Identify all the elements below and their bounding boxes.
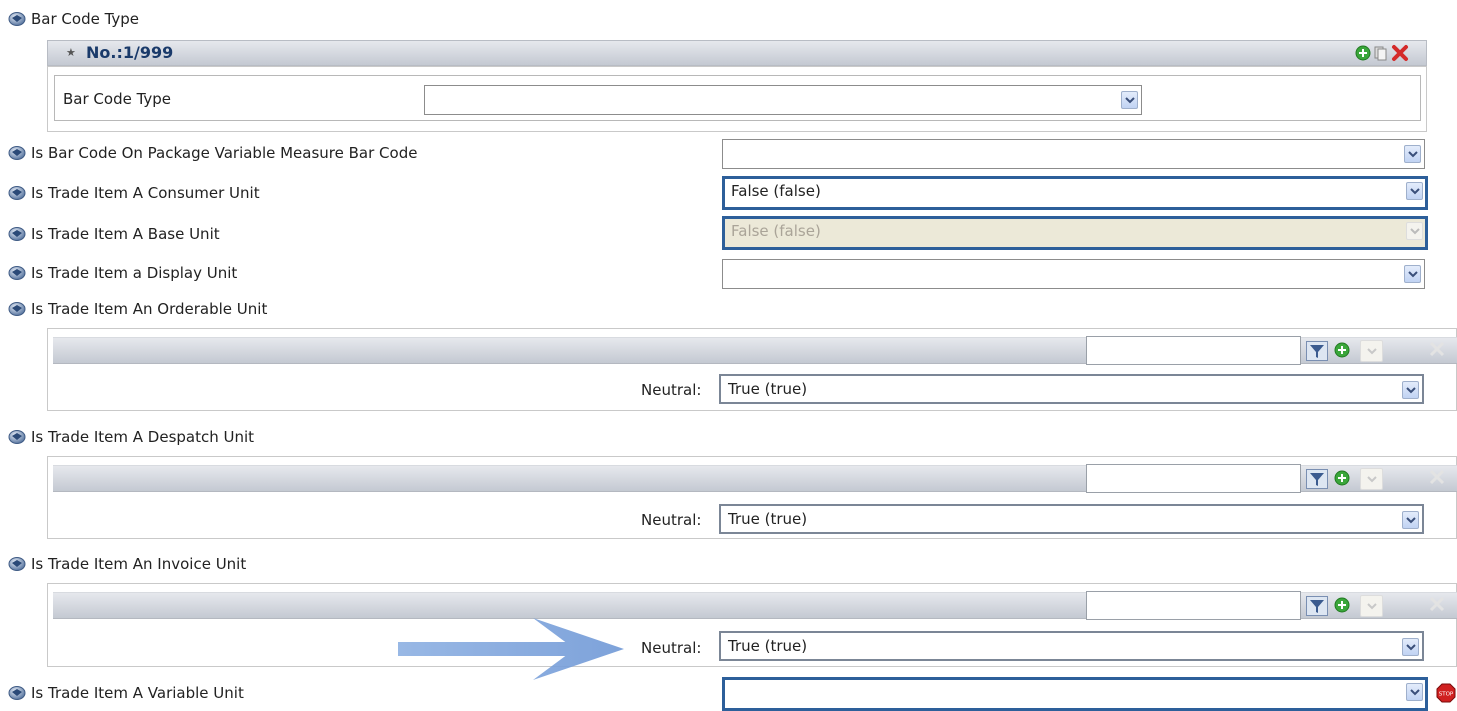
delete-icon <box>1428 340 1446 362</box>
dropdown-arrow-icon <box>1360 595 1383 617</box>
delete-icon <box>1428 468 1446 490</box>
dropdown-arrow-icon[interactable] <box>1404 145 1421 163</box>
row-label-variable-unit: Is Trade Item A Variable Unit <box>31 684 244 702</box>
orderable-panel: Neutral: True (true) <box>47 328 1457 411</box>
section-label-despatch-unit: Is Trade Item A Despatch Unit <box>31 428 255 446</box>
section-label-bar-code-type: Bar Code Type <box>31 10 140 28</box>
stop-icon: STOP <box>1436 683 1456 707</box>
orderable-neutral-select[interactable]: True (true) <box>719 374 1424 404</box>
dropdown-arrow-icon[interactable] <box>1406 683 1423 701</box>
display-unit-select[interactable] <box>722 259 1425 289</box>
copy-icon[interactable] <box>1373 45 1387 65</box>
dropdown-arrow-icon[interactable] <box>1402 511 1419 529</box>
annotation-arrow <box>398 618 624 680</box>
bullet-icon <box>8 227 26 241</box>
row-label-consumer-unit: Is Trade Item A Consumer Unit <box>31 184 260 202</box>
bullet-icon <box>8 186 26 200</box>
dropdown-arrow-icon <box>1360 340 1383 362</box>
section-label-invoice-unit: Is Trade Item An Invoice Unit <box>31 555 247 573</box>
collapse-icon[interactable]: ★ <box>66 46 76 59</box>
svg-text:STOP: STOP <box>1439 692 1454 698</box>
filter-icon[interactable] <box>1306 341 1328 365</box>
despatch-filter-input[interactable] <box>1086 464 1301 493</box>
record-body: Bar Code Type <box>47 66 1427 132</box>
add-icon[interactable] <box>1334 470 1350 490</box>
filter-icon[interactable] <box>1306 469 1328 493</box>
bar-code-type-select[interactable] <box>424 85 1142 115</box>
record-header: ★ No.:1/999 <box>47 40 1427 66</box>
orderable-filter-input[interactable] <box>1086 336 1301 365</box>
dropdown-arrow-icon <box>1406 222 1423 240</box>
invoice-neutral-label: Neutral: <box>641 639 702 657</box>
bullet-icon <box>8 302 26 316</box>
bullet-icon <box>8 430 26 444</box>
bullet-icon <box>8 557 26 571</box>
dropdown-arrow-icon[interactable] <box>1406 182 1423 200</box>
section-label-orderable-unit: Is Trade Item An Orderable Unit <box>31 300 268 318</box>
delete-icon[interactable] <box>1391 44 1409 66</box>
despatch-panel: Neutral: True (true) <box>47 456 1457 539</box>
add-icon[interactable] <box>1334 597 1350 617</box>
record-number: No.:1/999 <box>86 43 174 62</box>
field-label-bar-code-type: Bar Code Type <box>63 90 172 108</box>
variable-measure-bar-code-select[interactable] <box>722 139 1425 169</box>
invoice-panel: Neutral: True (true) <box>47 583 1457 667</box>
delete-icon <box>1428 595 1446 617</box>
dropdown-arrow-icon <box>1360 468 1383 490</box>
base-unit-select: False (false) <box>722 216 1428 250</box>
add-icon[interactable] <box>1334 342 1350 362</box>
bullet-icon <box>8 266 26 280</box>
bullet-icon <box>8 12 26 26</box>
row-label-base-unit: Is Trade Item A Base Unit <box>31 225 220 243</box>
add-icon[interactable] <box>1355 45 1371 65</box>
invoice-filter-input[interactable] <box>1086 591 1301 620</box>
dropdown-arrow-icon[interactable] <box>1404 265 1421 283</box>
row-label-variable-measure-bar-code: Is Bar Code On Package Variable Measure … <box>31 144 418 162</box>
variable-unit-select[interactable] <box>722 677 1428 711</box>
dropdown-arrow-icon[interactable] <box>1121 91 1138 109</box>
invoice-neutral-select[interactable]: True (true) <box>719 631 1424 661</box>
despatch-neutral-select[interactable]: True (true) <box>719 504 1424 534</box>
filter-icon[interactable] <box>1306 596 1328 620</box>
dropdown-arrow-icon[interactable] <box>1402 381 1419 399</box>
despatch-neutral-label: Neutral: <box>641 511 702 529</box>
consumer-unit-select[interactable]: False (false) <box>722 176 1428 210</box>
bullet-icon <box>8 146 26 160</box>
bullet-icon <box>8 686 26 700</box>
orderable-neutral-label: Neutral: <box>641 381 702 399</box>
dropdown-arrow-icon[interactable] <box>1402 638 1419 656</box>
row-label-display-unit: Is Trade Item a Display Unit <box>31 264 238 282</box>
